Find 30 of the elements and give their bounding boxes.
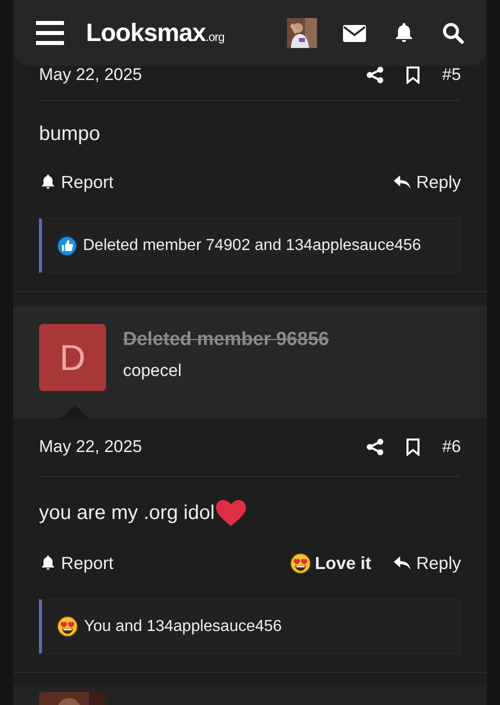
reaction-text[interactable]: You and 134applesauce456 (84, 618, 282, 636)
post-number[interactable]: #6 (442, 437, 461, 457)
bell-icon (39, 554, 57, 572)
username[interactable]: Deleted member 96856 (123, 329, 329, 351)
reply-button[interactable]: Reply (393, 552, 461, 574)
love-button[interactable]: Love it (290, 552, 372, 574)
mail-icon[interactable] (343, 24, 366, 42)
post-message: you are my .org idol (39, 502, 215, 524)
reply-icon (393, 174, 412, 190)
heart-eyes-icon (290, 552, 311, 574)
post-date: May 22, 2025 (39, 437, 144, 457)
menu-icon[interactable] (36, 21, 64, 45)
bell-icon (39, 173, 57, 191)
report-button[interactable]: Report (39, 552, 114, 574)
report-button[interactable]: Report (39, 172, 114, 192)
user-title: copecel (123, 361, 183, 381)
post-message: bumpo (39, 123, 100, 146)
site-logo[interactable]: Looksmax.org (86, 18, 287, 48)
bookmark-icon[interactable] (406, 438, 420, 456)
share-icon[interactable] (366, 66, 384, 84)
thumbs-up-icon (57, 236, 77, 256)
reply-icon (393, 554, 412, 572)
post-number[interactable]: #5 (442, 65, 461, 85)
post-date: May 22, 2025 (39, 65, 144, 85)
search-icon[interactable] (442, 22, 464, 44)
bookmark-icon[interactable] (406, 66, 420, 84)
share-icon[interactable] (366, 438, 384, 456)
reply-button[interactable]: Reply (393, 172, 461, 192)
reaction-text[interactable]: Deleted member 74902 and 134applesauce456 (83, 236, 422, 254)
heart-eyes-icon (57, 616, 78, 637)
